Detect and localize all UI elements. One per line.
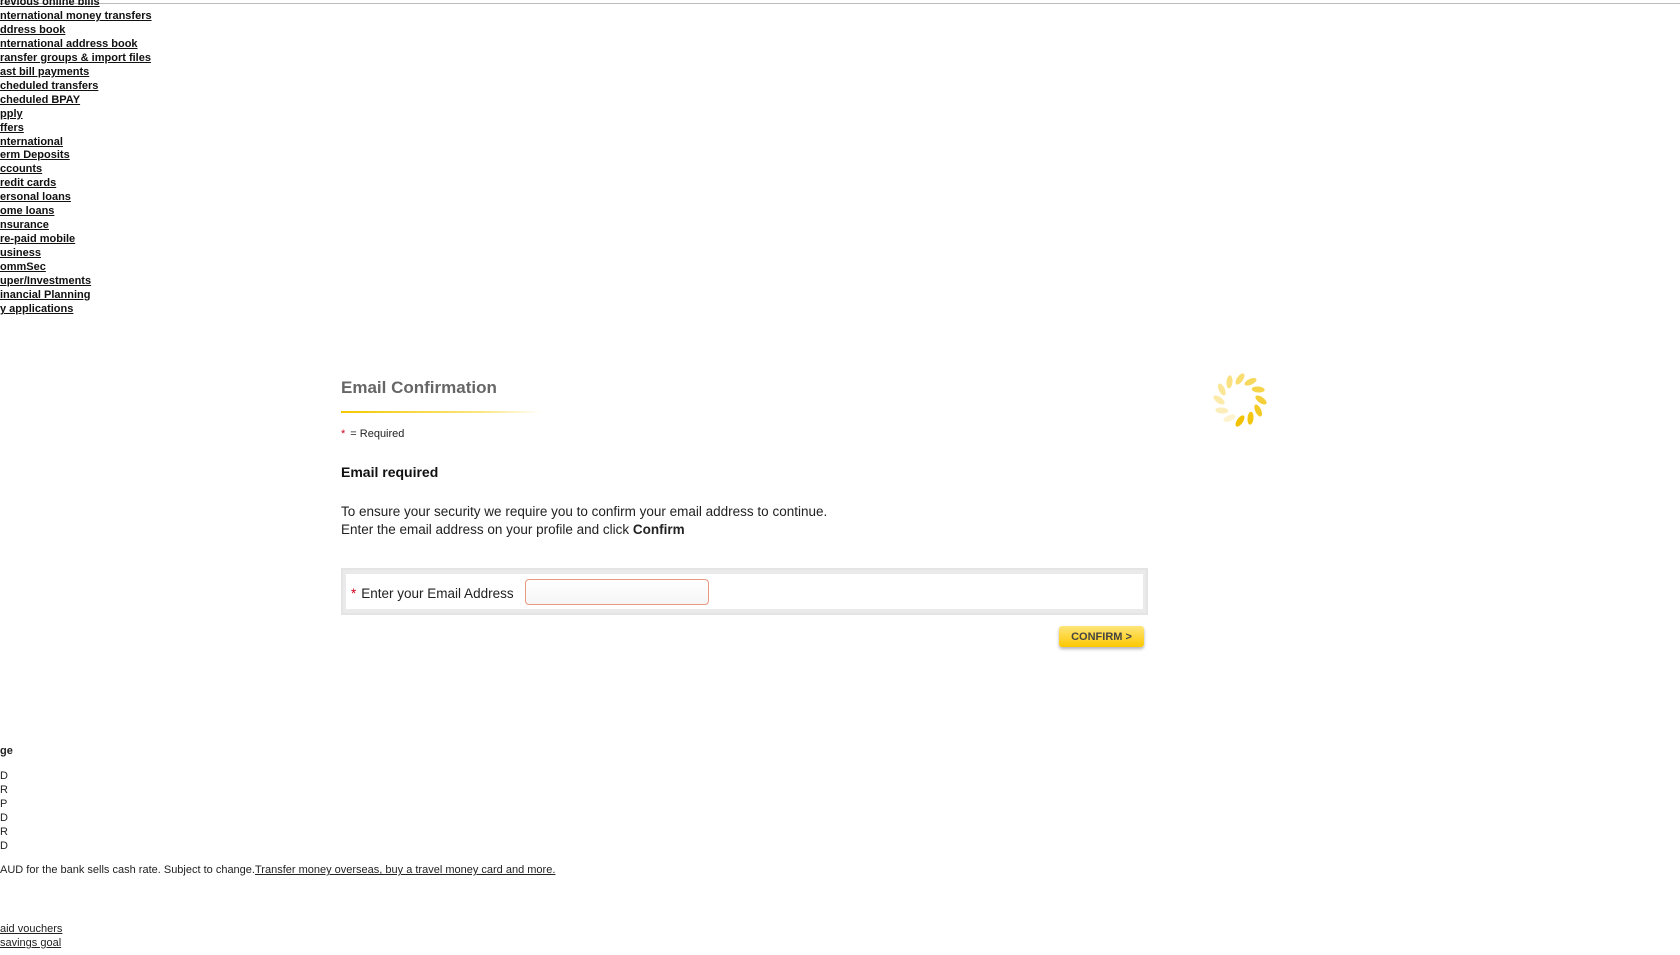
section-heading: Email required [341, 464, 439, 480]
sidebar-link[interactable]: nternational [0, 136, 152, 150]
instructions-confirm-word: Confirm [632, 522, 685, 537]
sidebar-link[interactable]: ffers [0, 122, 152, 136]
currency-code: R [0, 783, 8, 796]
sidebar-link[interactable]: re-paid mobile [0, 233, 152, 247]
sidebar-link[interactable]: inancial Planning [0, 289, 152, 303]
currency-code: D [0, 770, 8, 782]
instructions-line-2-text: Enter the email address on your profile … [341, 522, 633, 537]
currency-code: D [0, 839, 8, 852]
sidebar-link[interactable]: ersonal loans [0, 191, 152, 205]
spinner-petal [1213, 395, 1225, 405]
sidebar-nav: revious online bills nternational money t… [0, 0, 152, 317]
sidebar-link[interactable]: y applications [0, 303, 152, 317]
spinner-petal [1247, 411, 1254, 425]
page-title: Email Confirmation [341, 378, 497, 397]
sidebar-link[interactable]: nsurance [0, 219, 152, 233]
sidebar-link[interactable]: usiness [0, 247, 152, 261]
required-star: * [341, 428, 346, 440]
spinner-petal [1251, 386, 1265, 393]
email-input[interactable] [525, 579, 709, 605]
sidebar-link[interactable]: erm Deposits [0, 149, 152, 163]
loading-spinner-icon [1213, 373, 1267, 427]
top-divider [0, 3, 1680, 4]
sidebar-link[interactable]: ddress book [0, 24, 152, 38]
currency-list: DRPDRD [0, 770, 8, 854]
required-note-text: = Required [350, 428, 405, 440]
email-label-text: Enter your Email Address [361, 586, 514, 601]
spinner-petal [1223, 414, 1236, 423]
instructions-line-1: To ensure your security we require you t… [341, 504, 828, 519]
footer-links: aid vouchers savings goal [0, 923, 62, 951]
travel-money-link[interactable]: Transfer money overseas, buy a travel mo… [255, 864, 555, 876]
sidebar-link[interactable]: redit cards [0, 177, 152, 191]
sidebar-link[interactable]: pply [0, 108, 152, 122]
confirm-button[interactable]: CONFIRM > [1059, 626, 1144, 647]
sidebar-link[interactable]: ommSec [0, 261, 152, 275]
footer-link[interactable]: aid vouchers [0, 923, 62, 937]
currency-code: P [0, 797, 8, 810]
spinner-petal [1244, 377, 1257, 386]
sidebar-link[interactable]: cheduled BPAY [0, 94, 152, 108]
sidebar-link[interactable]: revious online bills [0, 0, 152, 10]
required-note: * = Required [341, 428, 404, 440]
sidebar-link[interactable]: ccounts [0, 163, 152, 177]
currency-code: D [0, 811, 8, 824]
spinner-petal [1255, 395, 1267, 405]
disclaimer-text: AUD for the bank sells cash rate. Subjec… [0, 864, 255, 876]
title-underline [341, 411, 541, 413]
spinner-petal [1235, 373, 1245, 385]
spinner-petal [1226, 375, 1233, 389]
spinner-petal [1235, 415, 1245, 427]
disclaimer: AUD for the bank sells cash rate. Subjec… [0, 864, 555, 876]
currency-code: R [0, 825, 8, 838]
instructions: To ensure your security we require you t… [341, 503, 827, 539]
sidebar-link[interactable]: nternational money transfers [0, 10, 152, 24]
sidebar-link[interactable]: nternational address book [0, 38, 152, 52]
instructions-line-2: Enter the email address on your profile … [341, 521, 827, 539]
sidebar-link[interactable]: ast bill payments [0, 66, 152, 80]
sidebar-link[interactable]: ransfer groups & import files [0, 52, 152, 66]
spinner-petal [1217, 383, 1226, 396]
email-label: * Enter your Email Address [351, 586, 514, 601]
sidebar-link[interactable]: ome loans [0, 205, 152, 219]
footer-heading: ge [0, 745, 13, 757]
spinner-petal [1215, 407, 1229, 414]
sidebar-link[interactable]: cheduled transfers [0, 80, 152, 94]
spinner-petal [1254, 404, 1263, 417]
footer-link[interactable]: savings goal [0, 937, 62, 951]
email-form-box: * Enter your Email Address [341, 568, 1148, 615]
required-star: * [351, 586, 357, 601]
sidebar-link[interactable]: uper/Investments [0, 275, 152, 289]
